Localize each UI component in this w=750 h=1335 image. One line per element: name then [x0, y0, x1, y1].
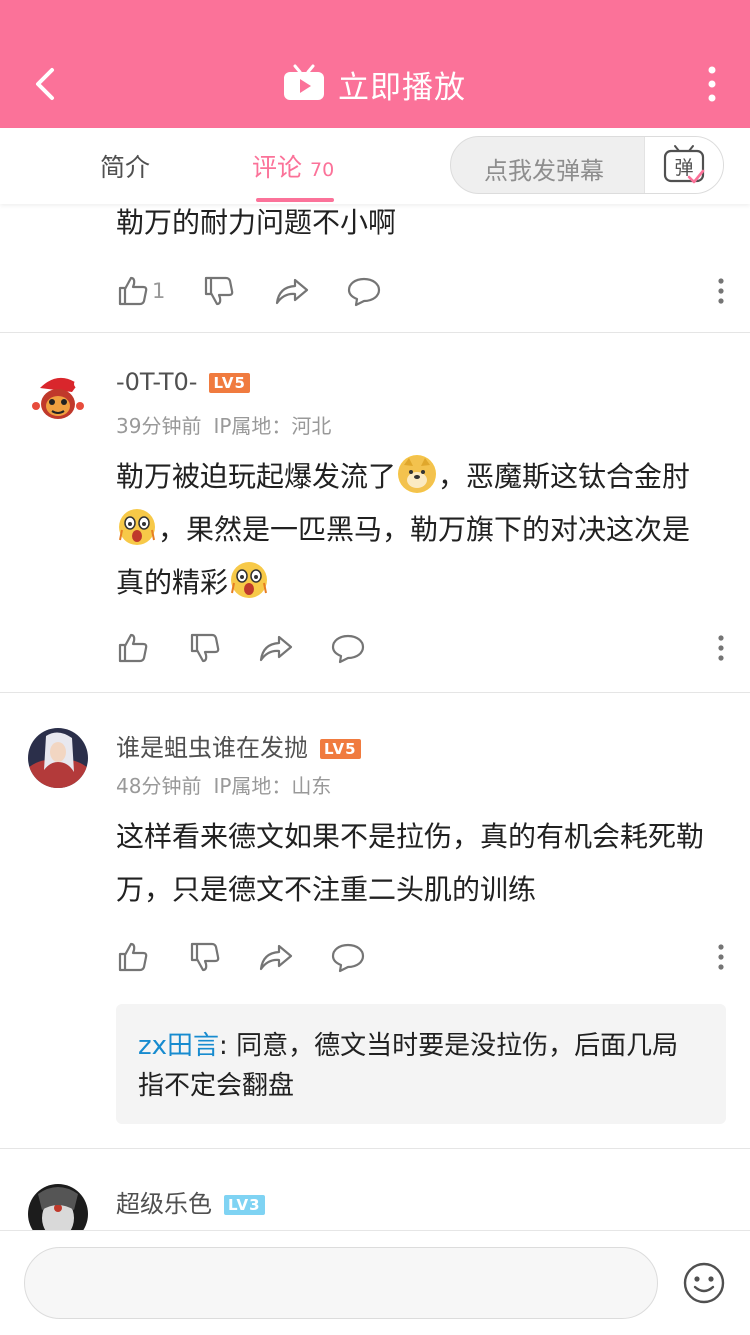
comment-username[interactable]: 谁是蛆虫谁在发抛 LV5: [116, 728, 361, 763]
level-badge: LV5: [209, 373, 250, 393]
smiley-icon: [683, 1262, 725, 1304]
comment-ip: IP属地：河北: [213, 414, 332, 438]
shocked-emoji-icon: [230, 561, 268, 599]
comment-input-bar: [0, 1230, 750, 1335]
avatar-image: [28, 728, 88, 788]
avatar-image: [28, 1184, 88, 1230]
username-text: -0T-T0-: [116, 368, 198, 396]
more-vertical-icon: [718, 278, 724, 304]
more-vertical-icon: [718, 944, 724, 970]
comment-actions: [116, 628, 726, 668]
comment-text-part: ，恶魔斯这钛合金肘: [438, 460, 691, 493]
comment-actions: 1: [116, 271, 726, 311]
reply-button[interactable]: [346, 271, 382, 311]
comment-item: -0T-T0- LV5 39分钟前 IP属地：河北 勒万被迫玩起爆发流了 ，恶魔斯这钛…: [0, 333, 750, 693]
comment-meta: 39分钟前 IP属地：河北: [116, 410, 331, 439]
tab-intro[interactable]: 简介: [100, 148, 150, 184]
more-vertical-icon: [708, 66, 716, 102]
level-badge: LV3: [224, 1195, 265, 1215]
thumbs-up-icon: [118, 942, 148, 972]
tv-icon: [284, 64, 324, 100]
comment-username[interactable]: 超级乐色 LV3: [116, 1184, 265, 1219]
reply-username[interactable]: zx田言: [138, 1031, 219, 1061]
back-button[interactable]: [28, 60, 68, 108]
username-text: 谁是蛆虫谁在发抛: [116, 734, 308, 762]
comment-username[interactable]: -0T-T0- LV5: [116, 368, 250, 396]
active-tab-indicator: [256, 198, 334, 202]
share-button[interactable]: [274, 271, 310, 311]
comment-time: 39分钟前: [116, 414, 202, 438]
comment-feed[interactable]: 勒万的耐力问题不小啊 1 -0T-T0- LV5 39分钟前 IP属地：河北 勒…: [0, 204, 750, 1230]
comment-more-button[interactable]: [716, 943, 726, 971]
comment-bubble-icon: [331, 943, 365, 973]
share-icon: [275, 278, 309, 305]
tab-comments-label: 评论: [252, 153, 303, 182]
thumbs-down-icon: [204, 276, 234, 306]
play-now-button[interactable]: 立即播放: [282, 60, 466, 108]
reply-button[interactable]: [330, 628, 366, 668]
thumbs-down-icon: [190, 942, 220, 972]
comment-actions: [116, 937, 726, 977]
comment-item: 超级乐色 LV3: [0, 1149, 750, 1230]
comment-text: 这样看来德文如果不是拉伤，真的有机会耗死勒万，只是德文不注重二头肌的训练: [116, 820, 705, 906]
comment-text-part: ，果然是一匹黑马，勒万旗下的对决这次是真的精彩: [116, 513, 691, 599]
comment-text: 勒万被迫玩起爆发流了 ，恶魔斯这钛合金肘 ，果然是一匹黑马，勒万旗下的对决这次是真的…: [116, 450, 716, 609]
share-icon: [259, 944, 293, 971]
comment-input[interactable]: [24, 1247, 658, 1319]
danmaku-placeholder: 点我发弹幕: [484, 157, 604, 185]
comment-bubble-icon: [331, 634, 365, 664]
doge-emoji-icon: [398, 455, 437, 493]
like-button[interactable]: [116, 628, 150, 668]
username-text: 超级乐色: [116, 1190, 212, 1218]
shocked-emoji-icon: [118, 508, 156, 546]
danmaku-input[interactable]: 点我发弹幕 弹: [450, 136, 724, 194]
dislike-button[interactable]: [188, 937, 222, 977]
more-options-button[interactable]: [704, 64, 720, 104]
comment-ip: IP属地：山东: [213, 774, 332, 798]
page-title: 立即播放: [338, 69, 466, 106]
thumbs-up-icon: [118, 276, 148, 306]
comment-more-button[interactable]: [716, 634, 726, 662]
comment-meta: 48分钟前 IP属地：山东: [116, 770, 331, 799]
thumbs-up-icon: [118, 633, 148, 663]
comment-item: 勒万的耐力问题不小啊 1: [0, 204, 750, 333]
dislike-button[interactable]: [202, 271, 236, 311]
comment-text: 勒万的耐力问题不小啊: [116, 206, 397, 239]
like-button[interactable]: 1: [116, 271, 165, 311]
top-bar: 立即播放: [0, 0, 750, 128]
danmaku-icon: 弹: [663, 145, 705, 184]
reply-button[interactable]: [330, 937, 366, 977]
reply-text: : 同意，德文当时要是没拉伤，后面几局指不定会翻盘: [138, 1031, 679, 1101]
comment-more-button[interactable]: [716, 277, 726, 305]
danmaku-button-label: 弹: [674, 157, 693, 179]
emoji-button[interactable]: [682, 1261, 726, 1305]
thumbs-down-icon: [190, 633, 220, 663]
comment-bubble-icon: [347, 277, 381, 307]
comment-time: 48分钟前: [116, 774, 202, 798]
reply-preview[interactable]: zx田言: 同意，德文当时要是没拉伤，后面几局指不定会翻盘: [116, 1004, 726, 1124]
chevron-left-icon: [36, 68, 54, 100]
more-vertical-icon: [718, 635, 724, 661]
comment-item: 谁是蛆虫谁在发抛 LV5 48分钟前 IP属地：山东 这样看来德文如果不是拉伤，真的…: [0, 693, 750, 1149]
avatar[interactable]: [28, 728, 88, 788]
level-badge: LV5: [320, 739, 361, 759]
share-button[interactable]: [258, 628, 294, 668]
like-count: 1: [152, 279, 166, 303]
comments-count: 70: [310, 159, 335, 181]
avatar[interactable]: [28, 368, 88, 428]
dislike-button[interactable]: [188, 628, 222, 668]
share-icon: [259, 635, 293, 662]
danmaku-toggle-button[interactable]: 弹: [644, 137, 723, 193]
tab-comments[interactable]: 评论 70: [252, 148, 334, 184]
share-button[interactable]: [258, 937, 294, 977]
like-button[interactable]: [116, 937, 150, 977]
avatar[interactable]: [28, 1184, 88, 1230]
comment-text-part: 勒万被迫玩起爆发流了: [116, 460, 397, 493]
avatar-image: [28, 368, 88, 428]
